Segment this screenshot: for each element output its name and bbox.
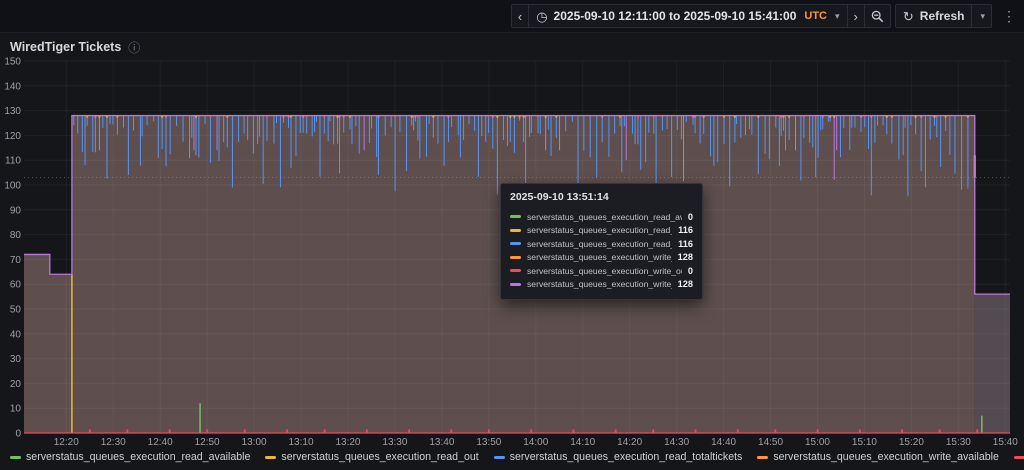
axis-tick-label: 20: [10, 379, 22, 390]
legend-item[interactable]: serverstatus_queues_execution_write_out: [1014, 451, 1024, 463]
tooltip-series-name: serverstatus_queues_execution_write_out: [527, 266, 682, 276]
axis-tick-label: 12:30: [101, 437, 126, 448]
tooltip-series-name: serverstatus_queues_execution_read_total…: [527, 239, 672, 249]
tooltip-row: serverstatus_queues_execution_read_avail…: [510, 210, 693, 224]
grafana-dashboard: ‹ ◷ 2025-09-10 12:11:00 to 2025-09-10 15…: [0, 0, 1024, 470]
tooltip-series-name: serverstatus_queues_execution_read_avail…: [527, 212, 682, 222]
axis-tick-label: 30: [10, 354, 22, 365]
axis-tick-label: 13:00: [242, 437, 267, 448]
tooltip-series-value: 0: [688, 212, 693, 222]
series-swatch-icon: [510, 283, 521, 286]
series-swatch-icon: [510, 229, 521, 232]
series-swatch-icon: [510, 256, 521, 259]
tooltip-rows: serverstatus_queues_execution_read_avail…: [510, 210, 693, 291]
axis-tick-label: 15:20: [899, 437, 924, 448]
legend-label: serverstatus_queues_execution_read_avail…: [26, 451, 250, 463]
chart-legend: serverstatus_queues_execution_read_avail…: [10, 451, 1020, 463]
tooltip-series-value: 128: [678, 279, 693, 289]
axis-tick-label: 15:10: [852, 437, 877, 448]
series-swatch-icon: [757, 456, 768, 459]
axis-tick-label: 60: [10, 280, 22, 291]
axis-tick-label: 12:50: [195, 437, 220, 448]
axis-tick-label: 14:10: [570, 437, 595, 448]
series-swatch-icon: [1014, 456, 1024, 459]
axis-tick-label: 14:00: [523, 437, 548, 448]
legend-item[interactable]: serverstatus_queues_execution_read_total…: [494, 451, 743, 463]
legend-item[interactable]: serverstatus_queues_execution_read_avail…: [10, 451, 250, 463]
tooltip-series-name: serverstatus_queues_execution_write_tota…: [527, 279, 672, 289]
axis-tick-label: 0: [15, 429, 21, 440]
tooltip-row: serverstatus_queues_execution_read_total…: [510, 237, 693, 251]
axis-tick-label: 14:20: [617, 437, 642, 448]
tooltip-series-name: serverstatus_queues_execution_write_avai…: [527, 252, 672, 262]
legend-label: serverstatus_queues_execution_read_total…: [510, 451, 743, 463]
tooltip-series-name: serverstatus_queues_execution_read_out: [527, 225, 672, 235]
series-swatch-icon: [510, 215, 521, 218]
axis-tick-label: 80: [10, 230, 22, 241]
tooltip-timestamp: 2025-09-10 13:51:14: [510, 191, 693, 203]
axis-tick-label: 100: [4, 181, 21, 192]
series-swatch-icon: [10, 456, 21, 459]
axis-tick-label: 70: [10, 255, 22, 266]
axis-tick-label: 10: [10, 404, 22, 415]
axis-tick-label: 13:30: [382, 437, 407, 448]
tooltip-series-value: 116: [678, 225, 693, 235]
axis-tick-label: 12:20: [54, 437, 79, 448]
legend-label: serverstatus_queues_execution_read_out: [281, 451, 478, 463]
axis-tick-label: 14:30: [664, 437, 689, 448]
axis-tick-label: 90: [10, 205, 22, 216]
axis-tick-label: 13:50: [476, 437, 501, 448]
axis-tick-label: 15:00: [805, 437, 830, 448]
axis-tick-label: 12:40: [148, 437, 173, 448]
axis-tick-label: 13:40: [429, 437, 454, 448]
axis-tick-label: 14:50: [758, 437, 783, 448]
tooltip-row: serverstatus_queues_execution_write_tota…: [510, 278, 693, 292]
tooltip-series-value: 116: [678, 239, 693, 249]
chart-tooltip: 2025-09-10 13:51:14 serverstatus_queues_…: [500, 183, 703, 300]
axis-tick-label: 50: [10, 305, 22, 316]
axis-tick-label: 15:40: [993, 437, 1018, 448]
legend-item[interactable]: serverstatus_queues_execution_read_out: [265, 451, 478, 463]
tooltip-row: serverstatus_queues_execution_write_out 0: [510, 264, 693, 278]
legend-label: serverstatus_queues_execution_write_avai…: [773, 451, 999, 463]
axis-tick-label: 140: [4, 81, 21, 92]
series-swatch-icon: [510, 242, 521, 245]
axis-tick-label: 13:20: [335, 437, 360, 448]
tooltip-series-value: 128: [678, 252, 693, 262]
series-swatch-icon: [494, 456, 505, 459]
axis-tick-label: 120: [4, 131, 21, 142]
axis-tick-label: 40: [10, 329, 22, 340]
axis-tick-label: 110: [5, 156, 21, 167]
tooltip-row: serverstatus_queues_execution_write_avai…: [510, 251, 693, 265]
axis-tick-label: 150: [4, 57, 21, 68]
tooltip-series-value: 0: [688, 266, 693, 276]
series-swatch-icon: [265, 456, 276, 459]
axis-tick-label: 13:10: [289, 437, 314, 448]
axis-tick-label: 130: [4, 106, 21, 117]
legend-item[interactable]: serverstatus_queues_execution_write_avai…: [757, 451, 999, 463]
axis-tick-label: 15:30: [946, 437, 971, 448]
axis-tick-label: 14:40: [711, 437, 736, 448]
tooltip-row: serverstatus_queues_execution_read_out 11…: [510, 224, 693, 238]
series-swatch-icon: [510, 269, 521, 272]
